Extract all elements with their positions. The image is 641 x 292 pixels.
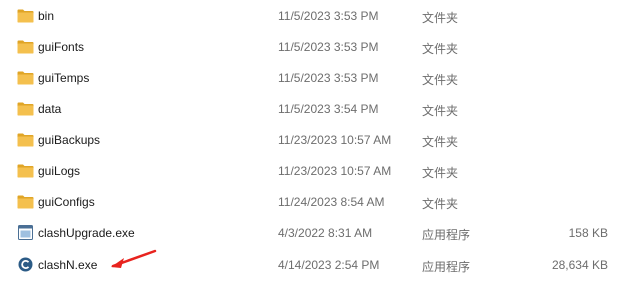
folder-icon [17, 70, 34, 85]
file-row-guibackups[interactable]: guiBackups 11/23/2023 10:57 AM 文件夹 [0, 125, 641, 156]
file-type: 文件夹 [422, 73, 459, 87]
file-name: clashN.exe [38, 258, 98, 272]
file-name: guiFonts [38, 40, 85, 54]
file-size: 158 KB [568, 226, 608, 240]
file-date-modified: 4/3/2022 8:31 AM [278, 226, 373, 240]
file-type: 文件夹 [422, 197, 459, 211]
file-type: 文件夹 [422, 166, 459, 180]
file-name: guiTemps [38, 71, 90, 85]
file-row-bin[interactable]: bin 11/5/2023 3:53 PM 文件夹 [0, 1, 641, 32]
clashn-app-icon [17, 257, 34, 272]
folder-icon [17, 8, 34, 23]
file-name: data [38, 102, 62, 116]
file-type: 文件夹 [422, 104, 459, 118]
file-date-modified: 4/14/2023 2:54 PM [278, 258, 380, 272]
file-date-modified: 11/23/2023 10:57 AM [278, 133, 392, 147]
file-date-modified: 11/5/2023 3:53 PM [278, 40, 379, 54]
file-row-clashn-exe[interactable]: clashN.exe 4/14/2023 2:54 PM 应用程序 28,634… [0, 250, 641, 281]
folder-icon [17, 132, 34, 147]
folder-icon [17, 101, 34, 116]
file-row-data[interactable]: data 11/5/2023 3:54 PM 文件夹 [0, 94, 641, 125]
file-name: guiBackups [38, 133, 101, 147]
file-row-guitemps[interactable]: guiTemps 11/5/2023 3:53 PM 文件夹 [0, 63, 641, 94]
file-row-guiconfigs[interactable]: guiConfigs 11/24/2023 8:54 AM 文件夹 [0, 187, 641, 218]
file-date-modified: 11/24/2023 8:54 AM [278, 195, 385, 209]
file-size: 28,634 KB [551, 258, 608, 272]
file-row-guilogs[interactable]: guiLogs 11/23/2023 10:57 AM 文件夹 [0, 156, 641, 187]
file-type: 应用程序 [422, 228, 471, 242]
application-icon [17, 225, 34, 240]
file-type: 应用程序 [422, 260, 471, 274]
file-type: 文件夹 [422, 42, 459, 56]
file-name: clashUpgrade.exe [38, 226, 135, 240]
file-row-guifonts[interactable]: guiFonts 11/5/2023 3:53 PM 文件夹 [0, 32, 641, 63]
folder-icon [17, 39, 34, 54]
file-type: 文件夹 [422, 11, 459, 25]
file-date-modified: 11/5/2023 3:53 PM [278, 9, 379, 23]
file-list: bin 11/5/2023 3:53 PM 文件夹 guiFonts 11/5/… [0, 0, 641, 292]
file-type: 文件夹 [422, 135, 459, 149]
file-name: guiConfigs [38, 195, 95, 209]
file-date-modified: 11/23/2023 10:57 AM [278, 164, 392, 178]
file-row-clashupgrade-exe[interactable]: clashUpgrade.exe 4/3/2022 8:31 AM 应用程序 1… [0, 218, 641, 249]
file-date-modified: 11/5/2023 3:54 PM [278, 102, 379, 116]
file-date-modified: 11/5/2023 3:53 PM [278, 71, 379, 85]
file-name: bin [38, 9, 55, 23]
file-name: guiLogs [38, 164, 81, 178]
folder-icon [17, 163, 34, 178]
folder-icon [17, 194, 34, 209]
